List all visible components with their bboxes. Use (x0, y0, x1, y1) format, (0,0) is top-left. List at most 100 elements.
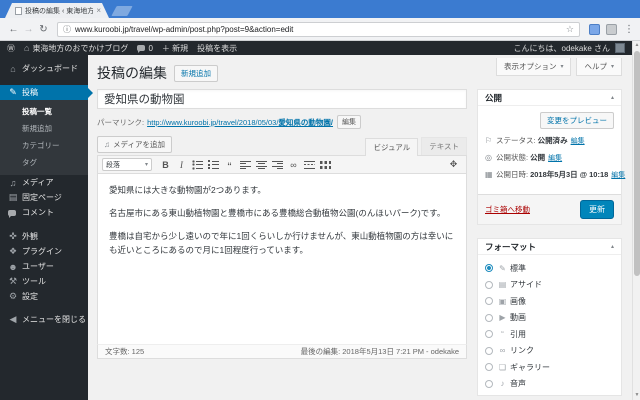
panel-toggle-icon[interactable]: ▴ (611, 243, 614, 250)
permalink-link[interactable]: http://www.kuroobi.jp/travel/2018/05/03/… (147, 117, 333, 128)
read-more-button[interactable] (302, 158, 317, 172)
radio[interactable] (485, 379, 493, 388)
chevron-down-icon: ▾ (144, 162, 148, 168)
format-panel: フォーマット ▴ ✎ 標準 ▤ アサイド ▣ 画像 ▶ 動画 “ 引用 ∞ リン… (477, 238, 622, 396)
format-option-link[interactable]: ∞ リンク (485, 345, 614, 356)
sidebar-item-comments[interactable]: コメント (0, 205, 88, 220)
browser-toolbar: ← → ↻ ⓘ www.kuroobi.jp/travel/wp-admin/p… (0, 18, 640, 41)
publish-panel: 公開 ▴ 変更をプレビュー ⚐ ステータス: 公開済み 編集 ◎ 公開状態: 公… (477, 89, 625, 225)
add-media-button[interactable]: ♫ メディアを追加 (97, 136, 172, 153)
radio[interactable] (485, 313, 493, 322)
sidebar-item-tools[interactable]: ⚒ ツール (0, 274, 88, 289)
sidebar-item-dashboard[interactable]: ⌂ ダッシュボード (0, 61, 88, 76)
new-tab-button[interactable] (111, 6, 133, 16)
collapse-icon: ◀ (9, 314, 17, 324)
read-more-icon (304, 159, 315, 170)
extension-icon[interactable] (589, 23, 600, 35)
preview-changes-button[interactable]: 変更をプレビュー (540, 112, 614, 129)
editor-content-area[interactable]: 愛知県には大きな動物園が2つあります。 名古屋市にある東山動植物園と豊橋市にある… (97, 174, 467, 344)
account-greeting[interactable]: こんにちは、odekake さん (514, 43, 610, 54)
sidebar-item-pages[interactable]: ▤ 固定ページ (0, 190, 88, 205)
tab-visual[interactable]: ビジュアル (365, 138, 419, 156)
new-content-link[interactable]: ＋ 新規 (162, 43, 188, 54)
update-button[interactable]: 更新 (580, 200, 614, 219)
radio[interactable] (485, 330, 493, 338)
page-scrollbar[interactable]: ▲ ▼ (632, 41, 640, 400)
submenu-add-new[interactable]: 新規追加 (0, 120, 88, 137)
sidebar-item-users[interactable]: ☻ ユーザー (0, 259, 88, 274)
italic-button[interactable]: I (174, 158, 189, 172)
status-edit-link[interactable]: 編集 (571, 136, 585, 146)
panel-toggle-icon[interactable]: ▴ (611, 94, 614, 101)
bookmark-star-icon[interactable]: ☆ (566, 24, 574, 35)
sidebar-collapse-menu[interactable]: ◀ メニューを閉じる (0, 312, 88, 327)
editor-paragraph: 名古屋市にある東山動植物園と豊橋市にある豊橋総合動植物公園(のんほいパーク)です… (109, 208, 446, 219)
wp-logo-icon[interactable]: Ⓦ (7, 43, 15, 54)
site-info-icon[interactable]: ⓘ (63, 24, 71, 35)
published-on-edit-link[interactable]: 編集 (611, 170, 625, 180)
sidebar-item-settings[interactable]: ⚙ 設定 (0, 289, 88, 304)
sidebar-item-appearance[interactable]: ✜ 外観 (0, 229, 88, 244)
tab-text[interactable]: テキスト (421, 137, 467, 155)
url-text[interactable]: www.kuroobi.jp/travel/wp-admin/post.php?… (75, 25, 562, 34)
add-new-button[interactable]: 新規追加 (174, 64, 218, 82)
extension-icon[interactable] (606, 23, 617, 35)
scroll-up-icon[interactable]: ▲ (633, 41, 640, 50)
fullscreen-button[interactable]: ✥ (446, 158, 461, 172)
sidebar-separator (0, 76, 88, 85)
add-media-icon: ♫ (104, 140, 110, 149)
submenu-categories[interactable]: カテゴリー (0, 137, 88, 154)
sidebar-item-plugins[interactable]: ❖ プラグイン (0, 244, 88, 259)
post-title-input[interactable] (97, 89, 467, 109)
blockquote-button[interactable]: “ (222, 158, 237, 173)
toolbar-toggle-icon (320, 159, 331, 170)
pushpin-icon: ✎ (9, 87, 17, 97)
insert-link-button[interactable]: ∞ (286, 158, 301, 172)
radio[interactable] (485, 280, 493, 289)
format-option-image[interactable]: ▣ 画像 (485, 296, 614, 307)
view-post-link[interactable]: 投稿を表示 (197, 43, 237, 54)
scroll-down-icon[interactable]: ▼ (633, 391, 640, 400)
browser-menu-icon[interactable]: ⋮ (624, 24, 634, 35)
format-option-audio[interactable]: ♪ 音声 (485, 378, 614, 389)
reload-icon[interactable]: ↻ (36, 24, 51, 35)
sidebar-item-posts[interactable]: ✎ 投稿 (0, 85, 93, 100)
back-icon[interactable]: ← (6, 24, 21, 35)
submenu-all-posts[interactable]: 投稿一覧 (0, 103, 88, 120)
site-name: 東海地方のおでかけブログ (32, 43, 129, 53)
help-button[interactable]: ヘルプ ▾ (576, 58, 622, 76)
visibility-edit-link[interactable]: 編集 (548, 153, 562, 163)
bold-button[interactable]: B (158, 158, 173, 172)
radio-checked[interactable] (485, 264, 493, 272)
format-option-quote[interactable]: “ 引用 (485, 329, 614, 340)
radio[interactable] (485, 346, 493, 355)
scrollbar-thumb[interactable] (634, 51, 640, 276)
comments-link[interactable]: 0 (137, 44, 153, 53)
format-option-standard[interactable]: ✎ 標準 (485, 263, 614, 274)
permalink-edit-button[interactable]: 編集 (337, 115, 362, 129)
radio[interactable] (485, 297, 493, 305)
avatar[interactable] (615, 43, 625, 53)
tab-close-icon[interactable]: × (96, 6, 101, 15)
paragraph-style-select[interactable]: 段落 ▾ (102, 158, 152, 171)
toolbar-toggle-button[interactable] (318, 158, 333, 172)
format-option-aside[interactable]: ▤ アサイド (485, 279, 614, 290)
format-option-gallery[interactable]: ❏ ギャラリー (485, 362, 614, 373)
wordpress-admin-page: Ⓦ ⌂ 東海地方のおでかけブログ 0 ＋ 新規 投稿を表示 こんにちは、odek… (0, 41, 632, 400)
align-right-button[interactable] (270, 158, 285, 172)
align-left-button[interactable] (238, 158, 253, 172)
screen-options-button[interactable]: 表示オプション ▾ (495, 58, 572, 76)
browser-tab[interactable]: 投稿の編集 ‹ 東海地方のお × (5, 3, 109, 18)
move-to-trash-link[interactable]: ゴミ箱へ移動 (485, 204, 530, 215)
bullet-list-button[interactable] (190, 158, 205, 172)
format-option-video[interactable]: ▶ 動画 (485, 312, 614, 323)
site-name-link[interactable]: ⌂ 東海地方のおでかけブログ (24, 43, 128, 54)
address-bar[interactable]: ⓘ www.kuroobi.jp/travel/wp-admin/post.ph… (57, 21, 580, 37)
numbered-list-button[interactable] (206, 158, 221, 172)
sidebar-item-media[interactable]: ♫ メディア (0, 175, 88, 190)
forward-icon[interactable]: → (21, 24, 36, 35)
aside-icon: ▤ (498, 280, 507, 289)
align-center-button[interactable] (254, 158, 269, 172)
submenu-tags[interactable]: タグ (0, 154, 88, 171)
radio[interactable] (485, 363, 493, 371)
